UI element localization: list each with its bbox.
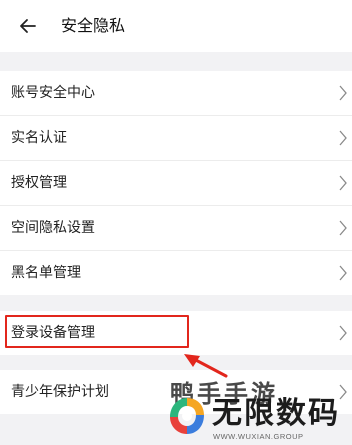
- menu-item-label: 实名认证: [11, 130, 67, 146]
- menu-item-label: 登录设备管理: [11, 325, 95, 341]
- section-gap: [0, 295, 352, 311]
- back-arrow-icon: [20, 19, 36, 33]
- chevron-right-icon: [339, 384, 347, 400]
- chevron-right-icon: [339, 265, 347, 281]
- section-gap: [0, 52, 352, 71]
- section-gap: [0, 414, 352, 445]
- menu-item-label: 空间隐私设置: [11, 220, 95, 236]
- menu-item-label: 青少年保护计划: [11, 384, 109, 400]
- menu-item-label: 黑名单管理: [11, 265, 81, 281]
- menu-item-youth-protection[interactable]: 青少年保护计划: [0, 370, 352, 414]
- chevron-right-icon: [339, 175, 347, 191]
- chevron-right-icon: [339, 220, 347, 236]
- menu-item-label: 授权管理: [11, 175, 67, 191]
- menu-item-blacklist[interactable]: 黑名单管理: [0, 251, 352, 295]
- page-title: 安全隐私: [61, 16, 126, 35]
- menu-item-account-security[interactable]: 账号安全中心: [0, 71, 352, 115]
- section-gap: [0, 355, 352, 370]
- menu-item-space-privacy[interactable]: 空间隐私设置: [0, 206, 352, 250]
- security-privacy-page: 安全隐私 账号安全中心 实名认证 授权管理 空间隐私设置 黑名单管理 登录设备管…: [0, 0, 352, 445]
- menu-item-authorization[interactable]: 授权管理: [0, 161, 352, 205]
- menu-item-real-name[interactable]: 实名认证: [0, 116, 352, 160]
- menu-item-login-devices[interactable]: 登录设备管理: [0, 311, 352, 355]
- chevron-right-icon: [339, 130, 347, 146]
- back-button[interactable]: [16, 14, 40, 38]
- menu-item-label: 账号安全中心: [11, 85, 95, 101]
- chevron-right-icon: [339, 325, 347, 341]
- chevron-right-icon: [339, 85, 347, 101]
- top-bar: 安全隐私: [0, 0, 352, 52]
